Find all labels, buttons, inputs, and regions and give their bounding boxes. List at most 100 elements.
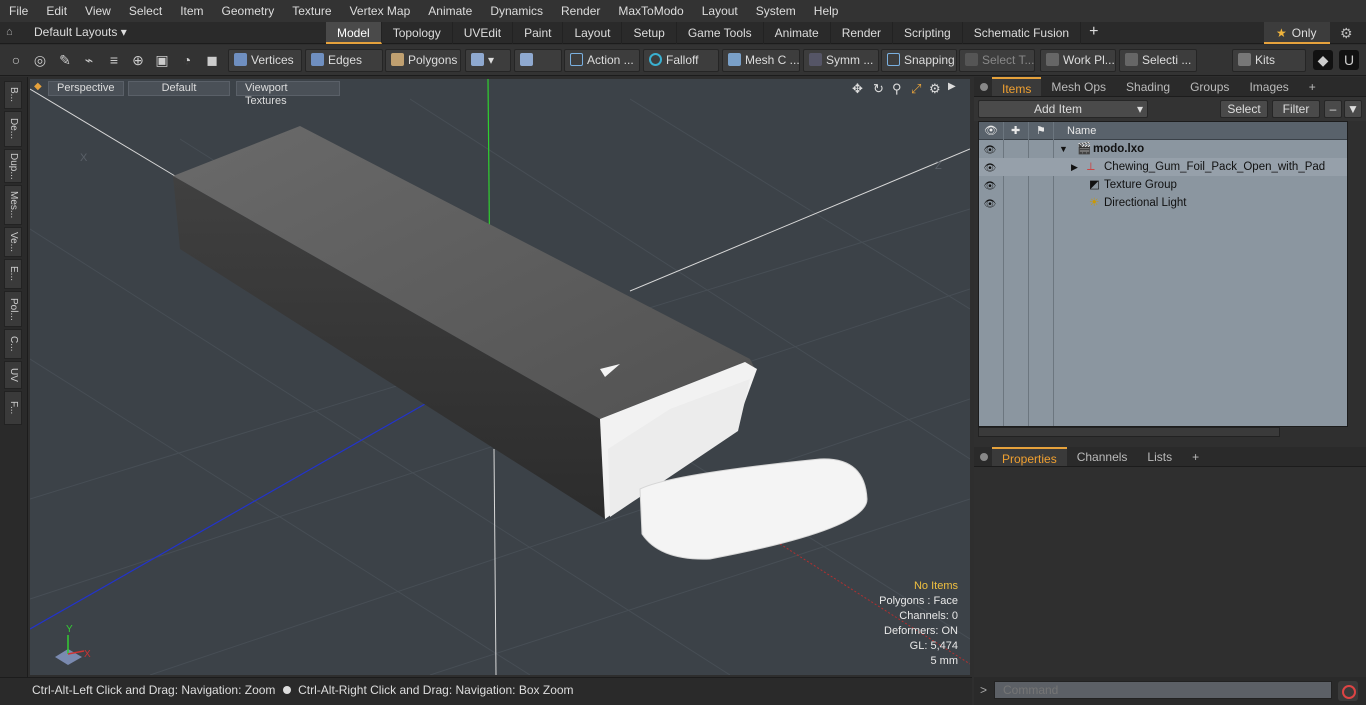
globe-icon[interactable]: ◎ — [30, 50, 50, 70]
tab-uvedit[interactable]: UVEdit — [453, 22, 514, 44]
action-center-button[interactable]: Action ... — [564, 49, 640, 72]
maximize-icon[interactable]: ⤢ — [911, 81, 921, 97]
add-tab-icon[interactable]: + — [1081, 22, 1106, 44]
item-mode-button[interactable] — [514, 49, 562, 72]
menu-select[interactable]: Select — [120, 4, 171, 18]
tab-scripting[interactable]: Scripting — [893, 22, 963, 44]
tree-horizontal-scrollbar[interactable] — [978, 427, 1280, 437]
left-tool-tab[interactable]: C... — [4, 329, 22, 359]
orbit-icon[interactable]: ↻ — [873, 81, 884, 97]
3d-viewport[interactable]: X Z Y X ◆ Perspective Default Viewport T… — [30, 79, 970, 675]
tree-row-directional-light[interactable]: 👁 ☀ Directional Light — [979, 194, 1347, 212]
menu-file[interactable]: File — [0, 4, 37, 18]
funnel-icon[interactable]: ▼ — [1344, 100, 1362, 118]
panel-tab-properties[interactable]: Properties — [992, 447, 1067, 466]
tree-row-mesh[interactable]: 👁 ▶ ⟂ Chewing_Gum_Foil_Pack_Open_with_Pa… — [979, 158, 1347, 176]
eye-icon[interactable]: 👁 — [983, 160, 997, 174]
circle-select-icon[interactable]: ○ — [6, 50, 26, 70]
command-input[interactable] — [994, 681, 1332, 699]
visibility-column-icon[interactable]: 👁 — [984, 122, 998, 140]
panel-handle-icon[interactable] — [980, 453, 988, 461]
tab-game-tools[interactable]: Game Tools — [677, 22, 764, 44]
viewport-menu-icon[interactable]: ◆ — [34, 81, 42, 92]
panel-tab-lists[interactable]: Lists — [1137, 447, 1182, 466]
menu-texture[interactable]: Texture — [283, 4, 340, 18]
only-toggle[interactable]: ★ Only — [1264, 22, 1330, 44]
menu-view[interactable]: View — [76, 4, 120, 18]
viewport-textures-dropdown[interactable]: Viewport Textures — [236, 81, 340, 107]
panel-tab-channels[interactable]: Channels — [1067, 447, 1138, 466]
material-mode-button[interactable]: ▾ — [465, 49, 511, 72]
pen-icon[interactable]: ✎ — [55, 50, 75, 70]
work-plane-button[interactable]: Work Pl... — [1040, 49, 1116, 72]
shading-dropdown[interactable]: Default — [128, 81, 230, 96]
panel-tab-shading[interactable]: Shading — [1116, 77, 1180, 96]
add-item-button[interactable]: Add Item ▾ — [978, 100, 1148, 118]
polygons-button[interactable]: Polygons — [385, 49, 461, 72]
tree-row-scene[interactable]: 👁 ▼ 🎬 modo.lxo — [979, 140, 1347, 158]
panel-tab-images[interactable]: Images — [1239, 77, 1298, 96]
frame-icon[interactable]: ▣ — [152, 50, 172, 70]
menu-geometry[interactable]: Geometry — [213, 4, 284, 18]
panel-tab-groups[interactable]: Groups — [1180, 77, 1239, 96]
gear-icon[interactable]: ⚙ — [1340, 25, 1353, 42]
collapse-icon[interactable]: – — [1324, 100, 1342, 118]
tab-layout[interactable]: Layout — [563, 22, 623, 44]
zoom-icon[interactable]: ⚲ — [892, 81, 902, 97]
name-column-header[interactable]: Name — [1067, 122, 1096, 140]
add-panel-tab-icon[interactable]: + — [1182, 447, 1209, 466]
symmetry-button[interactable]: Symm ... — [803, 49, 879, 72]
gum-pack-model[interactable] — [173, 126, 757, 519]
kits-button[interactable]: Kits — [1232, 49, 1306, 72]
record-icon[interactable] — [1338, 681, 1358, 701]
pan-icon[interactable]: ✥ — [852, 81, 863, 97]
left-tool-tab[interactable]: De... — [4, 111, 22, 147]
panel-tab-mesh-ops[interactable]: Mesh Ops — [1041, 77, 1116, 96]
expand-arrow-icon[interactable]: ▶ — [948, 81, 956, 92]
selection-sets-button[interactable]: Selecti ... — [1119, 49, 1197, 72]
home-icon[interactable]: ⌂ — [6, 26, 20, 40]
tab-animate[interactable]: Animate — [764, 22, 831, 44]
tab-schematic-fusion[interactable]: Schematic Fusion — [963, 22, 1082, 44]
menu-layout[interactable]: Layout — [693, 4, 747, 18]
eye-icon[interactable]: 👁 — [983, 178, 997, 192]
layouts-dropdown[interactable]: Default Layouts ▾ — [34, 25, 127, 39]
tab-topology[interactable]: Topology — [382, 22, 453, 44]
left-tool-tab[interactable]: Pol... — [4, 291, 22, 327]
unity-icon[interactable]: ◆ — [1313, 50, 1333, 70]
expand-right-icon[interactable]: ▶ — [1071, 158, 1078, 176]
select-button[interactable]: Select — [1220, 100, 1268, 118]
falloff-button[interactable]: Falloff — [643, 49, 719, 72]
menu-vertex-map[interactable]: Vertex Map — [341, 4, 420, 18]
edges-button[interactable]: Edges — [305, 49, 383, 72]
render-column-icon[interactable]: ⚑ — [1036, 122, 1046, 140]
left-tool-tab[interactable]: UV — [4, 361, 22, 389]
rotate-icon[interactable]: ◔ — [177, 50, 197, 70]
left-tool-tab[interactable]: E... — [4, 259, 22, 289]
tab-model[interactable]: Model — [326, 22, 382, 44]
tree-row-texture-group[interactable]: 👁 ◩ Texture Group — [979, 176, 1347, 194]
expand-down-icon[interactable]: ▼ — [1059, 140, 1068, 158]
center-icon[interactable]: ⊕ — [128, 50, 148, 70]
tab-render[interactable]: Render — [831, 22, 894, 44]
left-tool-tab[interactable]: F... — [4, 391, 22, 425]
menu-maxtomodo[interactable]: MaxToModo — [609, 4, 692, 18]
viewport-settings-icon[interactable]: ⚙ — [929, 81, 941, 97]
left-tool-tab[interactable]: Ve... — [4, 227, 22, 257]
tab-setup[interactable]: Setup — [622, 22, 677, 44]
select-through-button[interactable]: Select T... — [959, 49, 1035, 72]
left-tool-tab[interactable]: Mes... — [4, 185, 22, 225]
menu-help[interactable]: Help — [805, 4, 848, 18]
align-icon[interactable]: ≡ — [104, 50, 124, 70]
panel-handle-icon[interactable] — [980, 83, 988, 91]
unreal-icon[interactable]: U — [1339, 50, 1359, 70]
camera-dropdown[interactable]: Perspective — [48, 81, 124, 96]
mesh-constraints-button[interactable]: Mesh C ... — [722, 49, 800, 72]
eye-icon[interactable]: 👁 — [983, 142, 997, 156]
filter-button[interactable]: Filter — [1272, 100, 1320, 118]
eye-icon[interactable]: 👁 — [983, 196, 997, 210]
menu-item[interactable]: Item — [171, 4, 212, 18]
snapping-button[interactable]: Snapping — [881, 49, 957, 72]
menu-dynamics[interactable]: Dynamics — [481, 4, 552, 18]
brush-icon[interactable]: ⌁ — [79, 50, 99, 70]
